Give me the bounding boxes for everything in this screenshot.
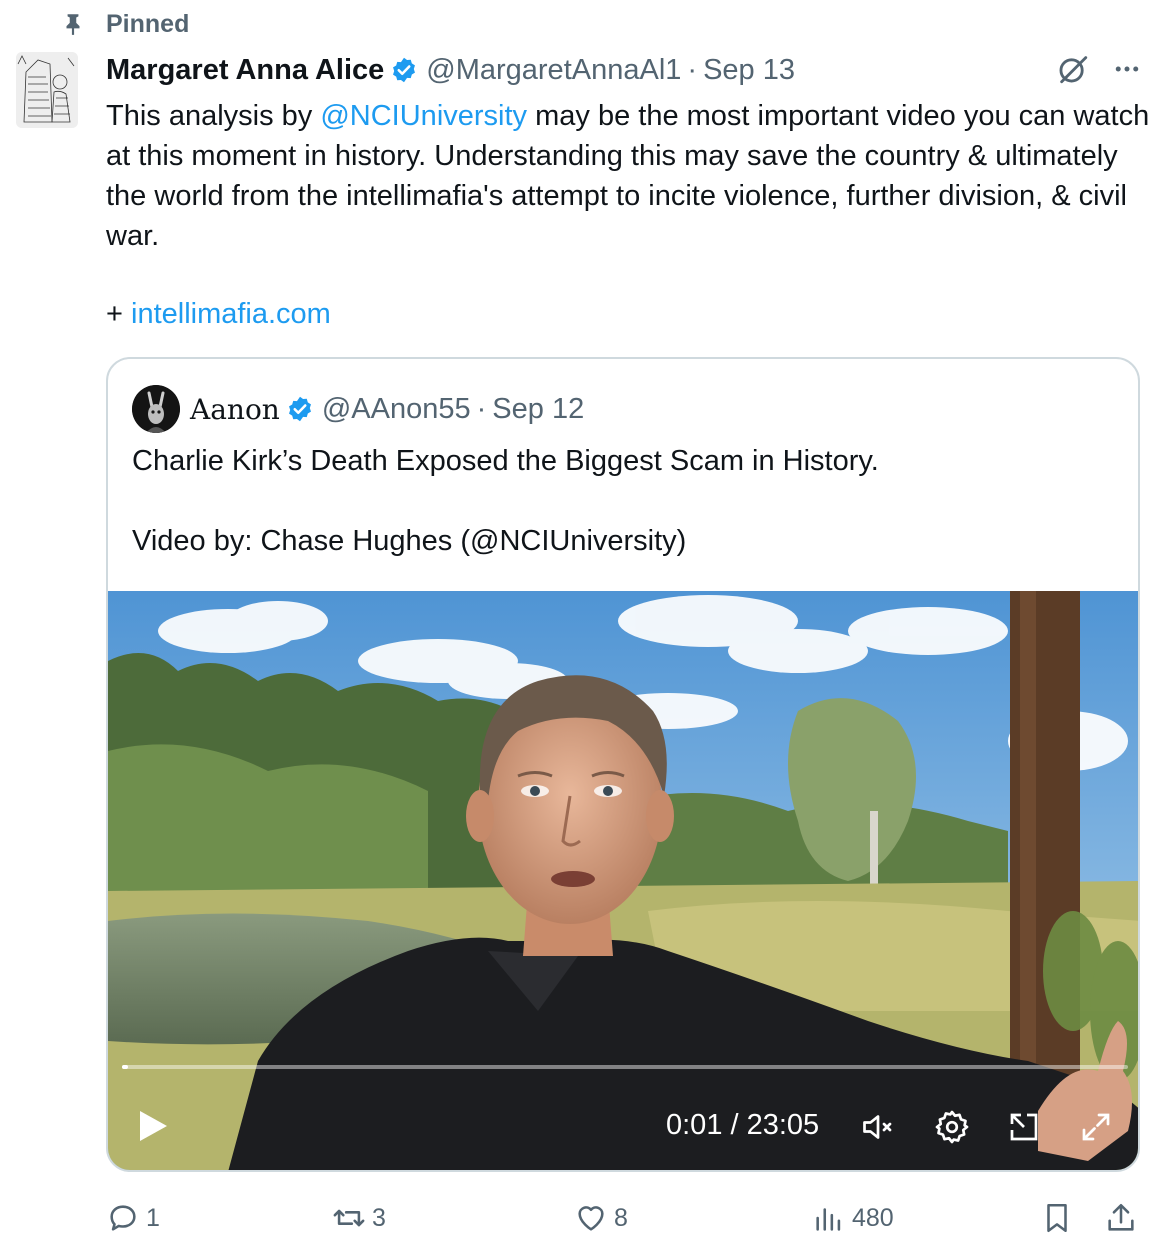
author-handle[interactable]: @MargaretAnnaAl1 (426, 54, 681, 87)
separator-dot: · (476, 392, 487, 425)
share-icon (1108, 1203, 1134, 1231)
tweet-link-line: + intellimafia.com (106, 294, 331, 334)
bookmark-icon (1047, 1203, 1067, 1233)
like-count: 8 (614, 1203, 628, 1232)
quoted-author-avatar[interactable] (132, 385, 180, 433)
like-button[interactable]: 8 (574, 1196, 628, 1240)
quoted-tweet-header: Aanon @AAnon55 · Sep 12 (132, 385, 584, 433)
quoted-author-name[interactable]: Aanon (190, 393, 280, 426)
tweet-actions: 1 3 8 480 (106, 1196, 1140, 1240)
author-name[interactable]: Margaret Anna Alice (106, 54, 384, 87)
pin-icon (66, 14, 80, 35)
quoted-tweet-text: Charlie Kirk’s Death Exposed the Biggest… (132, 441, 1112, 561)
tweet-text-part: This analysis by (106, 100, 321, 132)
mention-link[interactable]: @NCIUniversity (320, 100, 527, 132)
video-controls: 0:01 / 23:05 (108, 1091, 1138, 1161)
views-count: 480 (852, 1203, 894, 1232)
reply-count: 1 (146, 1203, 160, 1232)
tweet-text: This analysis by @NCIUniversity may be t… (106, 96, 1156, 256)
quoted-tweet-date[interactable]: Sep 12 (492, 393, 584, 426)
repost-icon (333, 1209, 365, 1227)
link-prefix: + (106, 298, 131, 330)
video-player[interactable]: 0:01 / 23:05 (108, 591, 1138, 1170)
reply-icon (110, 1205, 136, 1231)
pinned-indicator: Pinned (60, 8, 189, 40)
play-icon[interactable] (134, 1107, 170, 1145)
reply-button[interactable]: 1 (106, 1196, 160, 1240)
fullscreen-icon[interactable] (1078, 1109, 1114, 1145)
video-progress-bar[interactable] (122, 1065, 1128, 1069)
tweet-date[interactable]: Sep 13 (703, 54, 795, 87)
quoted-text-line: Charlie Kirk’s Death Exposed the Biggest… (132, 445, 879, 477)
views-button[interactable]: 480 (812, 1196, 894, 1240)
repost-button[interactable]: 3 (332, 1196, 386, 1240)
quoted-tweet-card[interactable]: Aanon @AAnon55 · Sep 12 Charlie Kirk’s D… (106, 357, 1140, 1172)
mute-icon[interactable] (860, 1109, 896, 1145)
pinned-label: Pinned (106, 9, 190, 38)
quoted-author-handle[interactable]: @AAnon55 (322, 393, 471, 426)
external-link[interactable]: intellimafia.com (131, 298, 331, 330)
grok-icon[interactable] (1056, 52, 1090, 86)
share-button[interactable] (1104, 1196, 1144, 1240)
views-chart-icon (816, 1208, 841, 1231)
video-progress-fill (122, 1065, 129, 1069)
settings-icon[interactable] (934, 1109, 970, 1145)
picture-in-picture-icon[interactable] (1006, 1109, 1042, 1145)
author-avatar[interactable] (16, 52, 78, 128)
separator-dot: · (687, 53, 698, 86)
video-frame (108, 591, 1138, 1170)
heart-icon (578, 1206, 604, 1231)
quoted-text-line: Video by: Chase Hughes (@NCIUniversity) (132, 525, 687, 557)
quoted-text-blank (132, 481, 1112, 521)
verified-badge-icon (288, 396, 311, 422)
tweet-header: Margaret Anna Alice @MargaretAnnaAl1 · S… (106, 50, 1142, 90)
more-options-icon[interactable] (1112, 54, 1142, 84)
video-time: 0:01 / 23:05 (666, 1109, 820, 1141)
verified-badge-icon (393, 57, 416, 83)
bookmark-button[interactable] (1040, 1196, 1080, 1240)
repost-count: 3 (372, 1203, 386, 1232)
